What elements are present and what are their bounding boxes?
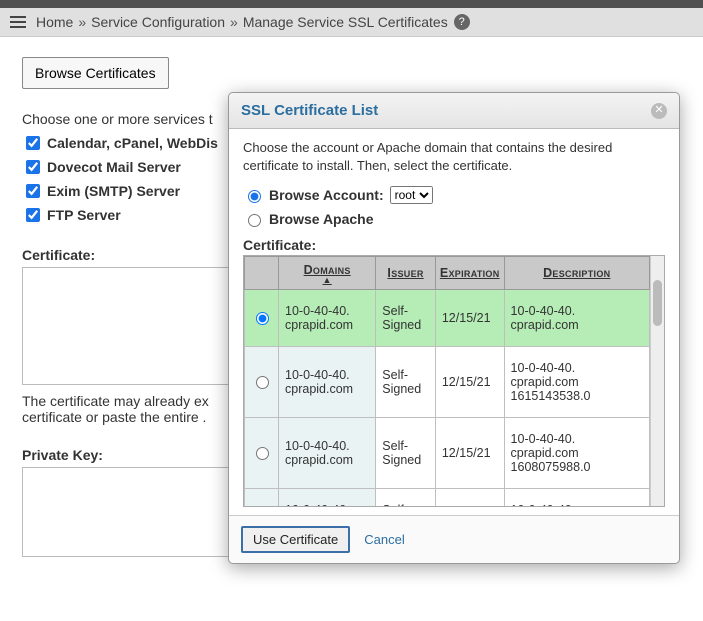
col-expiration[interactable]: Expiration: [435, 257, 504, 290]
cell-description: 10-0-40-40. cprapid.com 1615143538.0: [504, 347, 649, 418]
table-row[interactable]: 10-0-40-40. cprapid.com Self-Signed 12/1…: [245, 347, 650, 418]
ssl-certificate-list-modal: SSL Certificate List ✕ Choose the accoun…: [228, 92, 680, 564]
cell-expiration: 12/15/21: [435, 418, 504, 489]
cell-domains: 10-0-40-40. cprapid.com: [279, 290, 376, 347]
cell-description: 10-0-40-40. cprapid.com 1608075988.0: [504, 418, 649, 489]
browse-apache-label: Browse Apache: [269, 211, 374, 227]
breadcrumb-sep: »: [78, 14, 86, 30]
col-issuer[interactable]: Issuer: [376, 257, 436, 290]
modal-header: SSL Certificate List ✕: [229, 93, 679, 129]
breadcrumb: Home » Service Configuration » Manage Se…: [0, 8, 703, 37]
col-select: [245, 257, 279, 290]
modal-body: Choose the account or Apache domain that…: [229, 129, 679, 515]
browse-account-label: Browse Account:: [269, 187, 384, 203]
service-label: FTP Server: [47, 207, 121, 223]
breadcrumb-home[interactable]: Home: [36, 14, 73, 30]
service-label: Dovecot Mail Server: [47, 159, 181, 175]
row-radio[interactable]: [256, 376, 269, 389]
table-row[interactable]: 10-0-40-40. cprapid.com Self-Signed 12/1…: [245, 489, 650, 507]
use-certificate-button[interactable]: Use Certificate: [241, 526, 350, 553]
cell-expiration: 12/15/21: [435, 347, 504, 418]
service-checkbox[interactable]: [26, 184, 40, 198]
cell-issuer: Self-Signed: [376, 418, 436, 489]
cell-description: 10-0-40-40. cprapid.com: [504, 290, 649, 347]
service-checkbox[interactable]: [26, 160, 40, 174]
browse-apache-radio[interactable]: [248, 214, 261, 227]
cell-expiration: 12/15/21: [435, 489, 504, 507]
breadcrumb-section[interactable]: Service Configuration: [91, 14, 225, 30]
browse-apache-row: Browse Apache: [243, 211, 665, 227]
cell-domains: 10-0-40-40. cprapid.com: [279, 418, 376, 489]
cell-domains: 10-0-40-40. cprapid.com: [279, 347, 376, 418]
browse-account-row: Browse Account: root: [243, 186, 665, 204]
row-radio[interactable]: [256, 312, 269, 325]
service-label: Calendar, cPanel, WebDis: [47, 135, 218, 151]
account-select[interactable]: root: [390, 186, 433, 204]
cell-issuer: Self-Signed: [376, 290, 436, 347]
browse-account-radio[interactable]: [248, 190, 261, 203]
cancel-link[interactable]: Cancel: [364, 532, 404, 547]
service-checkbox[interactable]: [26, 136, 40, 150]
scrollbar-thumb[interactable]: [653, 280, 662, 326]
breadcrumb-sep: »: [230, 14, 238, 30]
table-row[interactable]: 10-0-40-40. cprapid.com Self-Signed 12/1…: [245, 290, 650, 347]
top-bar: [0, 0, 703, 8]
cell-description: 10-0-40-40. cprapid.com: [504, 489, 649, 507]
row-radio[interactable]: [256, 447, 269, 460]
service-label: Exim (SMTP) Server: [47, 183, 180, 199]
close-icon[interactable]: ✕: [651, 103, 667, 119]
cell-issuer: Self-Signed: [376, 347, 436, 418]
certificate-table-scroll[interactable]: Domains▲ Issuer Expiration Description 1…: [244, 256, 650, 506]
modal-footer: Use Certificate Cancel: [229, 515, 679, 563]
browse-certificates-button[interactable]: Browse Certificates: [22, 57, 169, 89]
scrollbar[interactable]: [650, 256, 664, 506]
cell-issuer: Self-Signed: [376, 489, 436, 507]
service-checkbox[interactable]: [26, 208, 40, 222]
certificate-table-wrap: Domains▲ Issuer Expiration Description 1…: [243, 255, 665, 507]
menu-icon[interactable]: [10, 16, 26, 28]
cell-domains: 10-0-40-40. cprapid.com: [279, 489, 376, 507]
col-description[interactable]: Description: [504, 257, 649, 290]
table-row[interactable]: 10-0-40-40. cprapid.com Self-Signed 12/1…: [245, 418, 650, 489]
help-icon[interactable]: ?: [454, 14, 470, 30]
sort-asc-icon: ▲: [283, 277, 371, 283]
modal-title: SSL Certificate List: [241, 102, 378, 119]
modal-instruction: Choose the account or Apache domain that…: [243, 139, 665, 174]
col-domains[interactable]: Domains▲: [279, 257, 376, 290]
breadcrumb-page: Manage Service SSL Certificates: [243, 14, 448, 30]
modal-certificate-label: Certificate:: [243, 237, 665, 253]
certificate-table: Domains▲ Issuer Expiration Description 1…: [244, 256, 650, 506]
cell-expiration: 12/15/21: [435, 290, 504, 347]
